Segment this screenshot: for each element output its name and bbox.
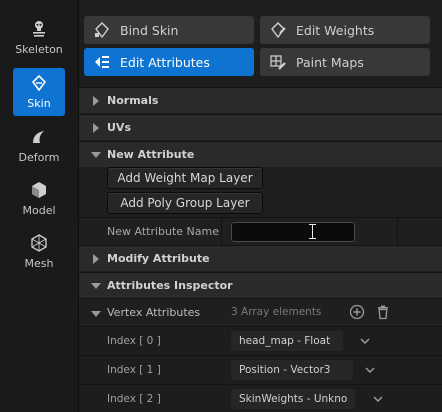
- chevron-down-icon[interactable]: [359, 335, 371, 345]
- section-title: Attributes Inspector: [107, 279, 233, 292]
- expand-arrow-icon: [91, 122, 105, 133]
- bind-skin-button[interactable]: Bind Skin: [84, 16, 254, 44]
- vertex-attributes-row[interactable]: Vertex Attributes 3 Array elements: [79, 298, 442, 326]
- rail-item-skin[interactable]: Skin: [13, 68, 65, 116]
- paint-maps-button[interactable]: Paint Maps: [260, 48, 430, 76]
- text-cursor-icon: [309, 224, 316, 239]
- paint-maps-label: Paint Maps: [296, 54, 364, 70]
- rail-item-model[interactable]: Model: [13, 175, 65, 223]
- array-element-count: 3 Array elements: [231, 306, 322, 318]
- array-element-row: Index [ 2 ] SkinWeights - Unkno: [79, 384, 442, 412]
- collapse-arrow-icon: [91, 150, 105, 160]
- rail-item-label: Mesh: [24, 257, 54, 270]
- add-element-icon[interactable]: [349, 304, 365, 320]
- attribute-combo[interactable]: Position - Vector3: [231, 360, 353, 380]
- array-index-label: Index [ 0 ]: [107, 335, 161, 347]
- section-title: UVs: [107, 121, 131, 134]
- paint-maps-icon: [268, 52, 288, 72]
- rail-item-mesh[interactable]: Mesh: [13, 228, 65, 276]
- expand-arrow-icon: [91, 95, 105, 106]
- rail-item-label: Deform: [18, 151, 60, 164]
- deform-icon: [29, 127, 49, 147]
- skin-icon: [29, 73, 49, 93]
- mesh-icon: [29, 233, 49, 253]
- edit-attributes-icon: [92, 52, 112, 72]
- mode-category-rail: Skeleton Skin Deform Model Mesh: [0, 0, 78, 412]
- rail-item-label: Skeleton: [15, 43, 63, 56]
- section-title: Normals: [107, 94, 159, 107]
- rail-item-deform[interactable]: Deform: [13, 122, 65, 170]
- button-label: Add Weight Map Layer: [117, 171, 253, 185]
- new-attribute-name-label: New Attribute Name: [107, 225, 220, 238]
- edit-attributes-button[interactable]: Edit Attributes: [84, 48, 254, 76]
- column-divider: [221, 218, 222, 245]
- new-attribute-buttons-area: Add Weight Map Layer Add Poly Group Laye…: [79, 167, 442, 217]
- add-weight-map-layer-button[interactable]: Add Weight Map Layer: [107, 167, 263, 189]
- attribute-combo[interactable]: head_map - Float: [231, 331, 343, 351]
- array-index-label: Index [ 2 ]: [107, 393, 161, 405]
- collapse-arrow-icon: [91, 281, 105, 291]
- rail-item-label: Skin: [27, 97, 51, 110]
- rail-item-label: Model: [22, 204, 56, 217]
- attribute-combo[interactable]: SkinWeights - Unkno: [231, 389, 355, 409]
- edit-weights-button[interactable]: Edit Weights: [260, 16, 430, 44]
- chevron-down-icon[interactable]: [372, 393, 384, 403]
- array-element-row: Index [ 0 ] head_map - Float: [79, 326, 442, 355]
- model-icon: [29, 180, 49, 200]
- collapse-arrow-icon: [91, 309, 103, 317]
- section-normals[interactable]: Normals: [79, 87, 442, 113]
- column-divider: [397, 218, 398, 245]
- trash-icon[interactable]: [375, 304, 391, 320]
- edit-attributes-label: Edit Attributes: [120, 54, 210, 70]
- section-modify-attribute[interactable]: Modify Attribute: [79, 245, 442, 271]
- bind-skin-icon: [92, 20, 112, 40]
- vertex-attributes-label: Vertex Attributes: [107, 306, 201, 319]
- button-label: Add Poly Group Layer: [120, 196, 250, 210]
- edit-weights-label: Edit Weights: [296, 22, 375, 38]
- skin-tool-panel: Bind Skin Edit Weights Edit Attributes P…: [78, 0, 442, 412]
- new-attribute-name-row: New Attribute Name: [79, 217, 442, 245]
- section-title: New Attribute: [107, 148, 195, 161]
- section-title: Modify Attribute: [107, 252, 210, 265]
- array-element-row: Index [ 1 ] Position - Vector3: [79, 355, 442, 384]
- bind-skin-label: Bind Skin: [120, 22, 179, 38]
- section-new-attribute[interactable]: New Attribute: [79, 141, 442, 167]
- chevron-down-icon[interactable]: [364, 364, 376, 374]
- section-attributes-inspector[interactable]: Attributes Inspector: [79, 272, 442, 298]
- add-poly-group-layer-button[interactable]: Add Poly Group Layer: [107, 192, 263, 214]
- array-index-label: Index [ 1 ]: [107, 364, 161, 376]
- edit-weights-icon: [268, 20, 288, 40]
- new-attribute-name-input[interactable]: [231, 222, 355, 242]
- section-uvs[interactable]: UVs: [79, 114, 442, 140]
- rail-item-skeleton[interactable]: Skeleton: [13, 14, 65, 62]
- expand-arrow-icon: [91, 253, 105, 264]
- skeleton-icon: [29, 19, 49, 39]
